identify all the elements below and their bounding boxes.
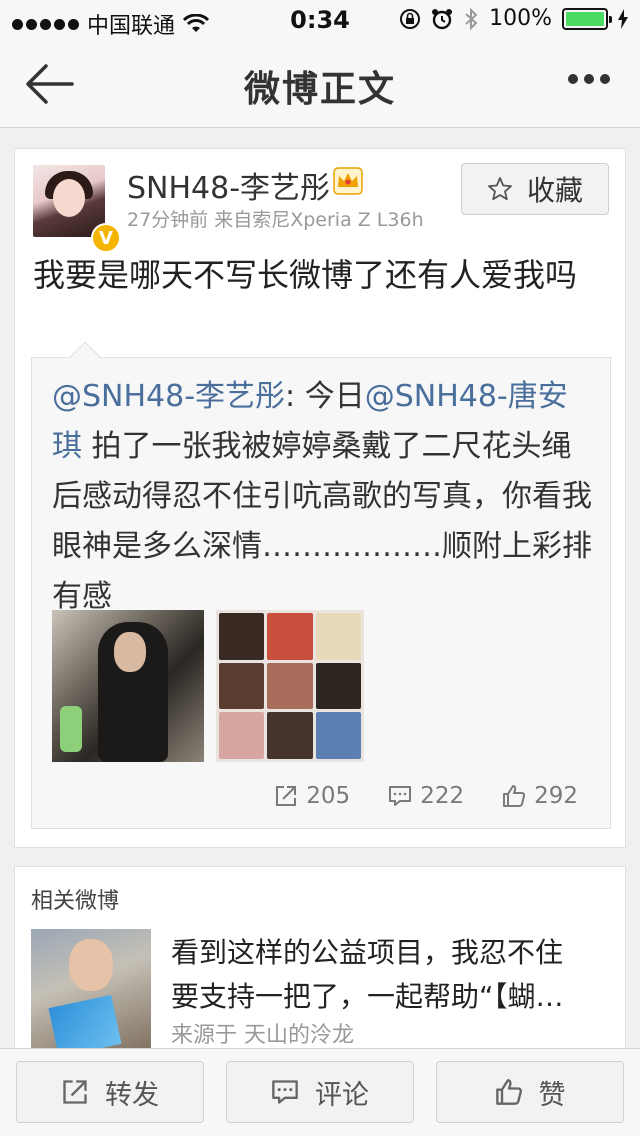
- related-section: 相关微博 看到这样的公益项目，我忍不住 要支持一把了，一起帮助“【蝴… 来源于 …: [14, 866, 626, 1066]
- nav-bar: 微博正文: [0, 40, 640, 128]
- status-bar: 中国联通 0:34 100%: [0, 0, 640, 40]
- repost-icon: [63, 1080, 87, 1104]
- battery-percent: 100%: [489, 6, 552, 31]
- like-icon: [495, 1079, 522, 1105]
- related-post-text[interactable]: 看到这样的公益项目，我忍不住 要支持一把了，一起帮助“【蝴…: [171, 931, 611, 1019]
- lock-icon: [400, 8, 421, 29]
- repost-text: @SNH48-李艺彤: 今日@SNH48-唐安琪 拍了一张我被婷婷桑戴了二尺花头…: [52, 379, 592, 614]
- favorite-button[interactable]: 收藏: [461, 163, 609, 215]
- repost-stats: 205 222 292: [32, 776, 610, 816]
- related-source: 来源于 天山的泠龙: [171, 1023, 354, 1048]
- related-title: 相关微博: [31, 889, 120, 914]
- comment-icon: [272, 1080, 298, 1104]
- battery-icon: [562, 7, 612, 30]
- related-thumbnail[interactable]: [31, 929, 151, 1059]
- battery-fill: [566, 11, 604, 26]
- photo-thumbnail[interactable]: [52, 610, 204, 762]
- bluetooth-icon: [465, 7, 478, 30]
- mention-link[interactable]: @SNH48-李艺彤: [52, 379, 285, 414]
- photo-thumbnail[interactable]: [216, 610, 364, 762]
- repost-button[interactable]: 转发: [16, 1061, 204, 1123]
- like-count[interactable]: 292: [502, 783, 578, 809]
- alarm-icon: [432, 8, 453, 29]
- star-icon: [488, 177, 512, 201]
- post-text: 我要是哪天不写长微博了还有人爱我吗: [33, 256, 578, 294]
- avatar[interactable]: V: [33, 165, 121, 253]
- like-icon: [503, 785, 526, 807]
- repost-count[interactable]: 205: [274, 783, 350, 809]
- weibo-card: V SNH48-李艺彤 27分钟前 来自索尼Xperia Z L36h 收藏 我…: [14, 148, 626, 848]
- like-button[interactable]: 赞: [436, 1061, 624, 1123]
- comment-icon: [389, 786, 412, 806]
- comment-button[interactable]: 评论: [226, 1061, 414, 1123]
- username[interactable]: SNH48-李艺彤: [127, 163, 330, 207]
- repost-icon: [276, 786, 297, 806]
- status-right: 100%: [399, 6, 628, 31]
- charging-icon: [618, 8, 628, 29]
- bottom-toolbar: 转发 评论 赞: [0, 1048, 640, 1136]
- repost-block[interactable]: @SNH48-李艺彤: 今日@SNH48-唐安琪 拍了一张我被婷婷桑戴了二尺花头…: [31, 341, 611, 829]
- more-icon[interactable]: [568, 74, 610, 84]
- post-meta: 27分钟前 来自索尼Xperia Z L36h: [127, 209, 424, 231]
- page-title: 微博正文: [243, 69, 396, 110]
- favorite-label: 收藏: [526, 174, 583, 207]
- comment-count[interactable]: 222: [388, 783, 464, 809]
- crown-icon: [333, 167, 363, 195]
